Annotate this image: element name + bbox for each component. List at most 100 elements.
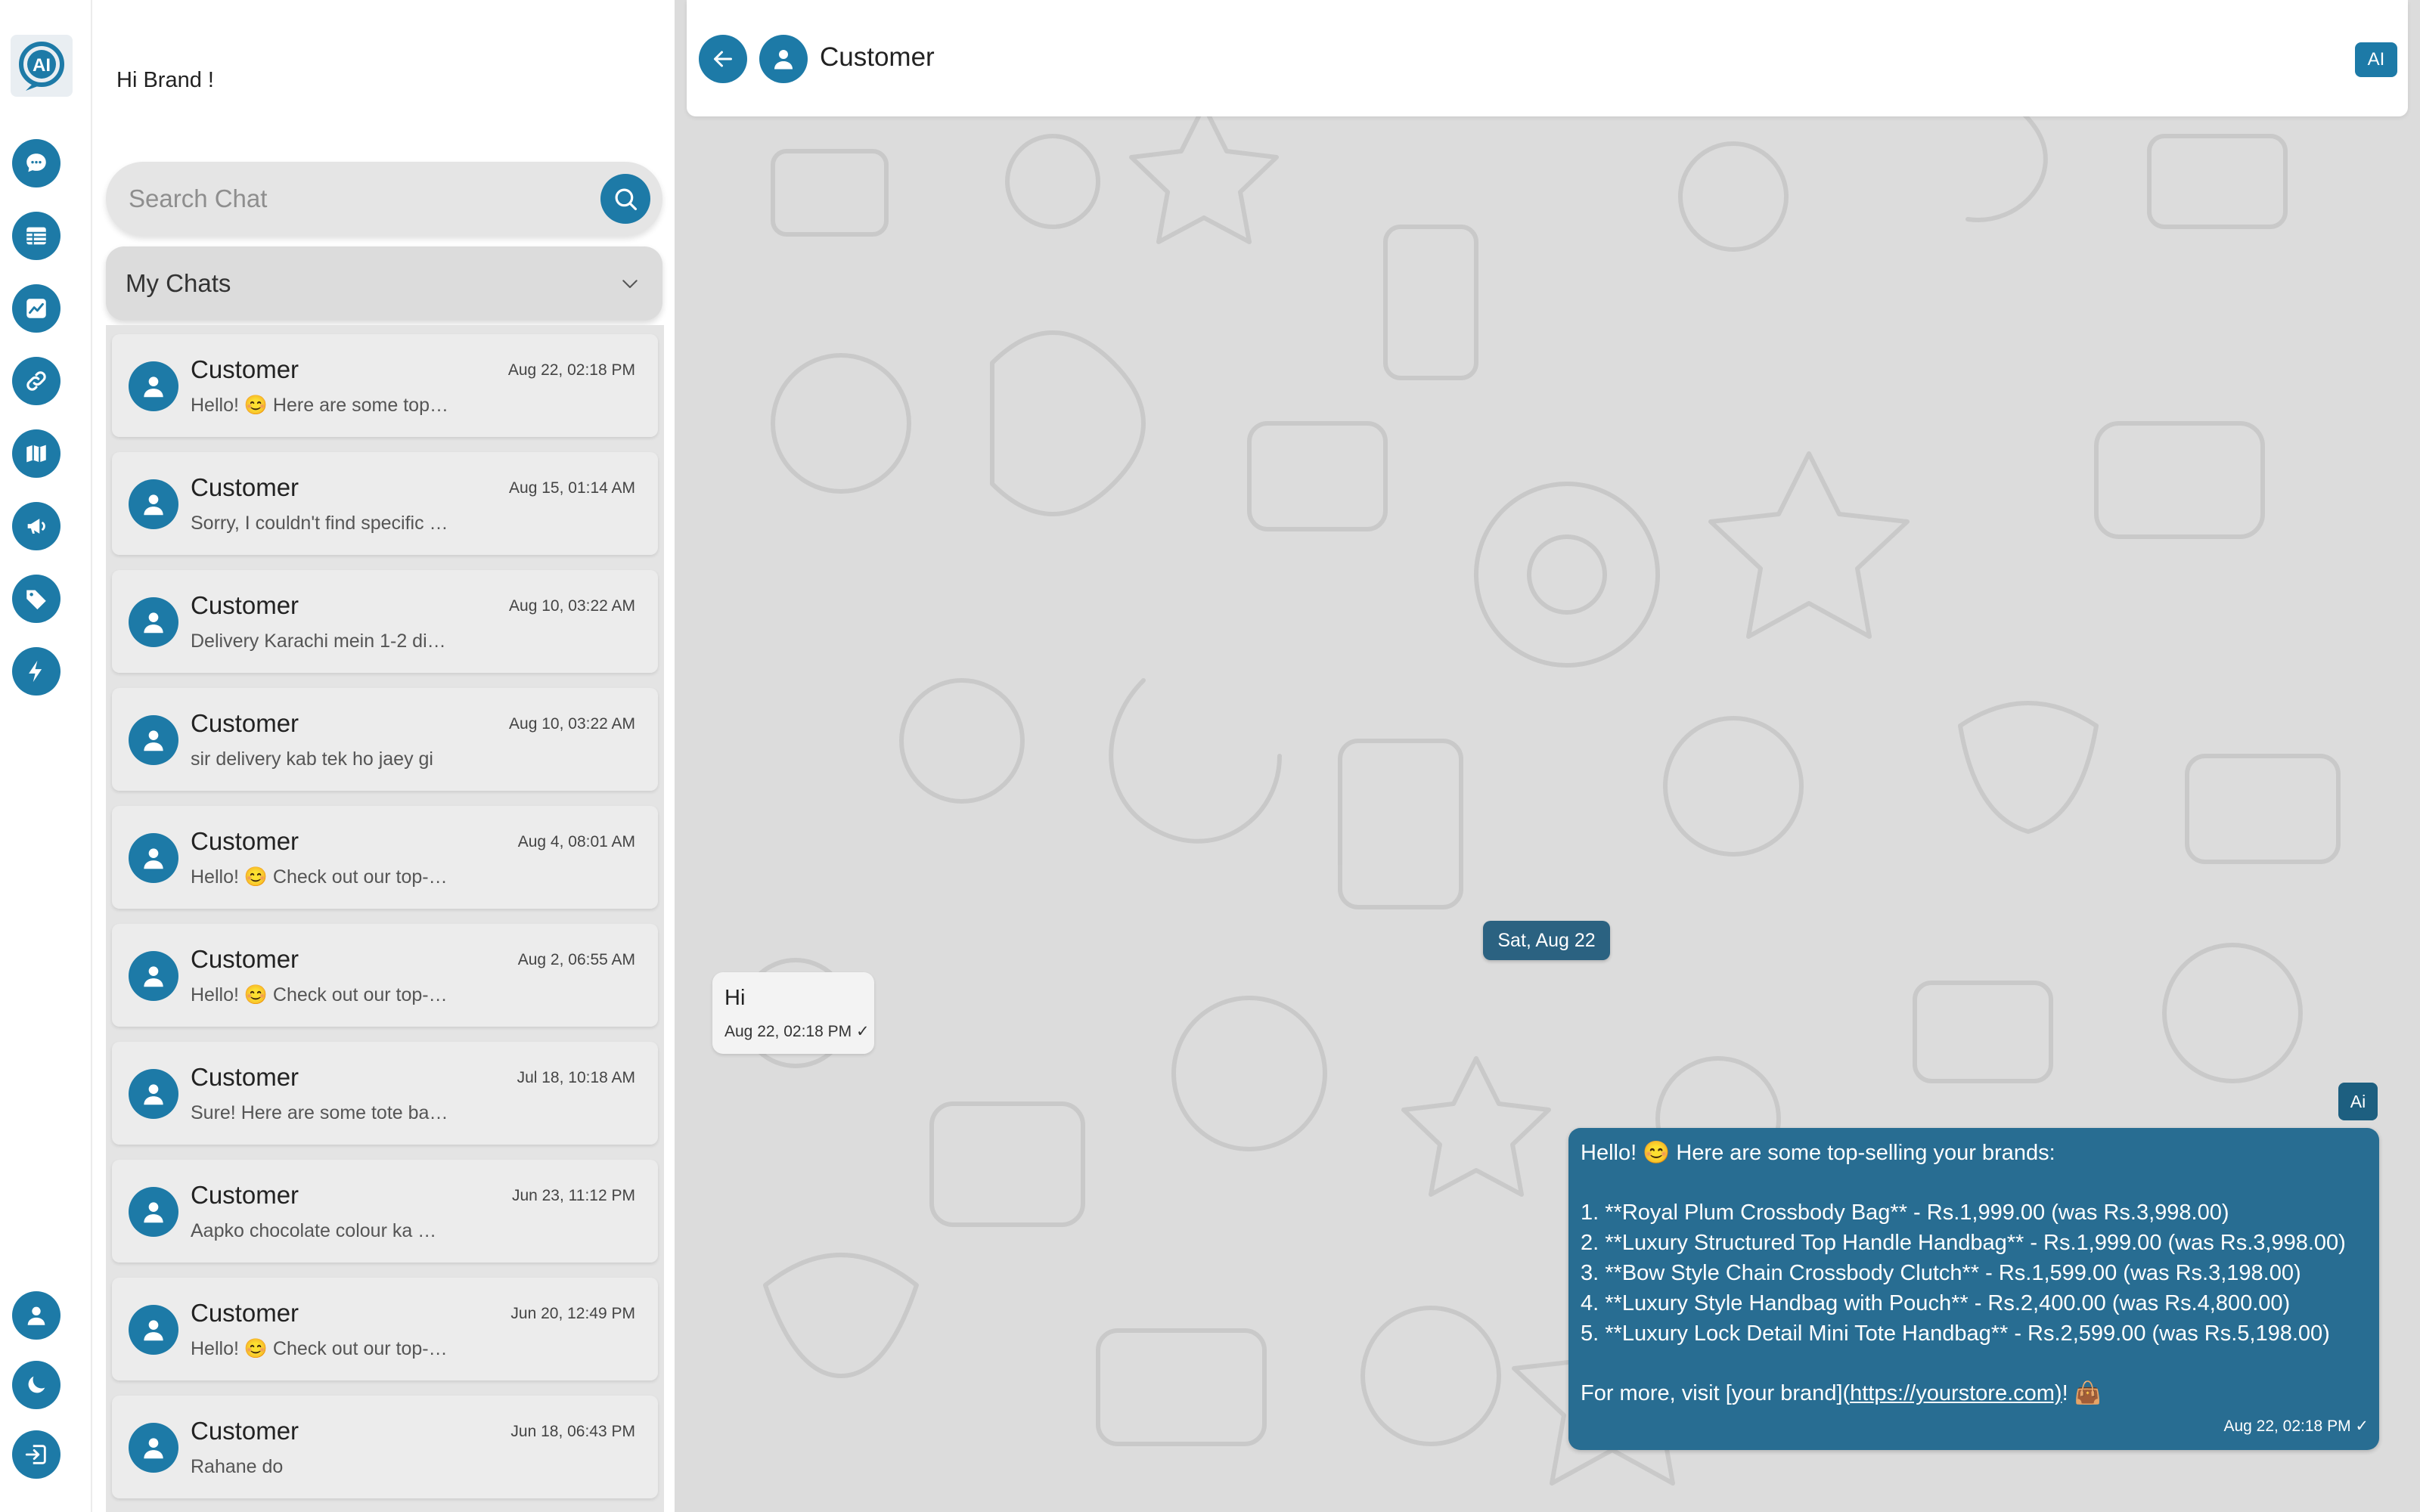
user-icon: [144, 1438, 163, 1459]
ai-chat-logo-icon: AI: [19, 42, 64, 91]
ai-toggle-button[interactable]: AI: [2355, 42, 2397, 77]
user-icon: [144, 848, 163, 869]
table-icon: [26, 227, 46, 245]
rail-tags-button[interactable]: [12, 575, 60, 623]
chat-preview: Sure! Here are some tote ba…: [191, 1102, 448, 1123]
chat-preview: Hello! 😊 Check out our top-…: [191, 984, 448, 1005]
chat-avatar: [129, 833, 178, 883]
rail-theme-button[interactable]: [12, 1361, 60, 1409]
chat-preview: Delivery Karachi mein 1-2 di…: [191, 631, 446, 652]
rail-chat-button[interactable]: [12, 139, 60, 187]
message-line: 3. **Bow Style Chain Crossbody Clutch** …: [1581, 1261, 2301, 1285]
chat-list-item[interactable]: Customer Aug 4, 08:01 AM Hello! 😊 Check ou…: [112, 806, 658, 909]
megaphone-icon: [27, 519, 45, 534]
chat-timestamp: Aug 22, 02:18 PM: [507, 361, 635, 379]
icon-rail: AI: [0, 0, 92, 1512]
user-icon: [144, 1202, 163, 1223]
tag-icon: [26, 590, 46, 610]
user-icon: [144, 966, 163, 987]
chat-timestamp: Aug 15, 01:14 AM: [509, 479, 635, 497]
rail-campaigns-button[interactable]: [12, 502, 60, 550]
back-button[interactable]: [699, 35, 747, 83]
message-line: 2. **Luxury Structured Top Handle Handba…: [1581, 1231, 2346, 1255]
chat-avatar: [129, 1305, 178, 1355]
search-icon: [615, 188, 638, 211]
chat-list-panel: Hi Brand ! My Chats Customer Aug 22, 02:1…: [94, 0, 675, 1512]
chat-timestamp: Aug 10, 03:22 AM: [509, 597, 635, 615]
chart-icon: [26, 299, 46, 318]
chat-preview: sir delivery kab tek ho jaey gi: [191, 748, 433, 770]
rail-table-button[interactable]: [12, 212, 60, 260]
conversation-header: Customer AI: [687, 0, 2408, 116]
chat-timestamp: Aug 2, 06:55 AM: [517, 951, 635, 968]
chat-timestamp: Jun 23, 11:12 PM: [511, 1187, 635, 1204]
message-line: Hello! 😊 Here are some top-selling your …: [1581, 1141, 2055, 1165]
chat-preview: Hello! 😊 Check out our top-…: [191, 1338, 448, 1359]
search-button[interactable]: [600, 174, 650, 224]
message-line: 4. **Luxury Style Handbag with Pouch** -…: [1581, 1291, 2291, 1315]
greeting-text: Hi Brand !: [116, 68, 214, 92]
rail-analytics-button[interactable]: [12, 284, 60, 333]
ai-sender-badge: Ai: [2338, 1083, 2378, 1120]
chat-contact-name: Customer: [191, 1417, 299, 1445]
footer-suffix: ! 👜: [2062, 1381, 2102, 1405]
chat-preview: Sorry, I couldn't find specific …: [191, 513, 448, 534]
chat-contact-name: Customer: [191, 1299, 299, 1327]
chat-preview: Rahane do: [191, 1456, 284, 1477]
chat-avatar: [129, 951, 178, 1001]
link-icon: [26, 371, 46, 391]
chat-avatar: [129, 361, 178, 411]
chat-preview: Aapko chocolate colour ka …: [191, 1220, 437, 1241]
store-link[interactable]: https://yourstore.com): [1850, 1381, 2062, 1405]
chat-list-item[interactable]: Customer Aug 10, 03:22 AM sir delivery kab…: [112, 688, 658, 791]
date-separator: Sat, Aug 22: [1483, 921, 1610, 960]
chat-filter-label: My Chats: [126, 269, 231, 297]
message-line: 1. **Royal Plum Crossbody Bag** - Rs.1,9…: [1581, 1201, 2229, 1225]
message-timestamp: Aug 22, 02:18 PM ✓: [724, 1023, 870, 1040]
search-input[interactable]: [106, 162, 590, 236]
chat-timestamp: Aug 4, 08:01 AM: [517, 833, 635, 850]
app-logo[interactable]: AI: [11, 35, 73, 97]
chat-list-item[interactable]: Customer Aug 15, 01:14 AM Sorry, I couldn'…: [112, 452, 658, 555]
rail-links-button[interactable]: [12, 357, 60, 405]
chat-avatar: [129, 597, 178, 647]
chat-timestamp: Aug 10, 03:22 AM: [509, 715, 635, 733]
chat-list-item[interactable]: Customer Aug 2, 06:55 AM Hello! 😊 Check ou…: [112, 924, 658, 1027]
chat-list-item[interactable]: Customer Aug 10, 03:22 AM Delivery Karachi…: [112, 570, 658, 673]
user-icon: [144, 612, 163, 634]
message-text: Hi: [724, 986, 746, 1010]
chat-list-item[interactable]: Customer Jun 18, 06:43 PM Rahane do: [112, 1396, 658, 1498]
rail-profile-button[interactable]: [12, 1291, 60, 1340]
moon-icon: [28, 1376, 45, 1393]
lightning-icon: [29, 660, 42, 683]
chat-avatar: [129, 715, 178, 765]
footer-prefix: For more, visit [your brand](: [1581, 1381, 1851, 1405]
incoming-message: Hi Aug 22, 02:18 PM ✓: [712, 972, 874, 1054]
chat-contact-name: Customer: [191, 355, 299, 383]
chat-filter-dropdown[interactable]: My Chats: [106, 246, 662, 321]
message-line: 5. **Luxury Lock Detail Mini Tote Handba…: [1581, 1321, 2330, 1346]
chat-timestamp: Jul 18, 10:18 AM: [517, 1069, 635, 1086]
chat-contact-name: Customer: [191, 1063, 299, 1091]
chat-bubble-icon: [26, 153, 46, 172]
user-icon: [144, 730, 163, 751]
chat-avatar: [129, 1069, 178, 1119]
chat-list-item[interactable]: Customer Jul 18, 10:18 AM Sure! Here are s…: [112, 1042, 658, 1145]
user-icon: [27, 1306, 45, 1325]
chat-preview: Hello! 😊 Check out our top-…: [191, 866, 448, 888]
contact-avatar: [759, 35, 808, 83]
chat-list-item[interactable]: Customer Aug 22, 02:18 PM Hello! 😊 Here ar…: [112, 334, 658, 437]
arrow-left-icon: [714, 51, 732, 67]
rail-automation-button[interactable]: [12, 647, 60, 696]
logout-icon: [25, 1445, 46, 1464]
chat-contact-name: Customer: [191, 473, 299, 501]
message-footer: For more, visit [your brand](https://you…: [1581, 1380, 2102, 1406]
map-icon: [26, 445, 46, 463]
rail-logout-button[interactable]: [12, 1430, 60, 1479]
chat-avatar: [129, 1187, 178, 1237]
chat-list-item[interactable]: Customer Jun 23, 11:12 PM Aapko chocolate …: [112, 1160, 658, 1263]
user-icon: [144, 376, 163, 398]
chat-list-item[interactable]: Customer Jun 20, 12:49 PM Hello! 😊 Check o…: [112, 1278, 658, 1380]
rail-map-button[interactable]: [12, 429, 60, 478]
chat-contact-name: Customer: [191, 945, 299, 973]
